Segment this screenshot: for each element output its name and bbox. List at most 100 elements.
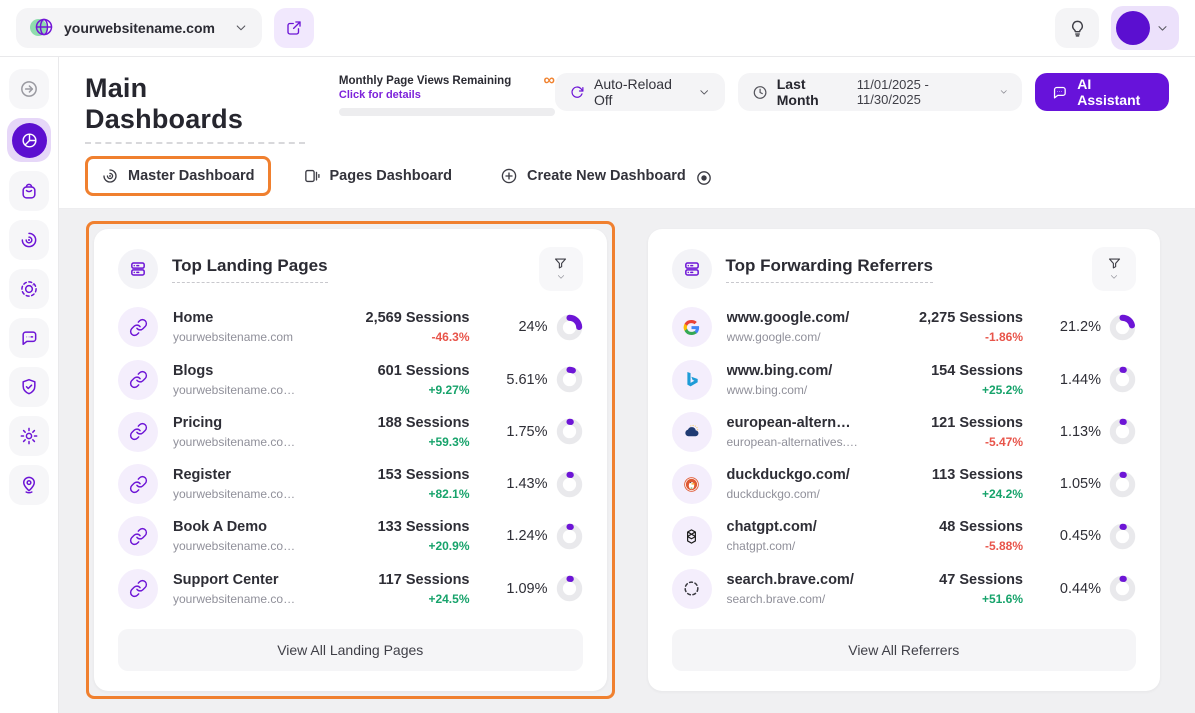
list-item[interactable]: european-alternatives.eu/ european-alter… (672, 412, 1137, 452)
chevron-down-icon (999, 87, 1009, 97)
sessions-value: 117 Sessions (320, 572, 470, 588)
sidebar-item-spiral[interactable] (9, 220, 49, 260)
view-all-landing-pages-button[interactable]: View All Landing Pages (118, 629, 583, 671)
referrer-favicon (672, 307, 712, 347)
change-value: +25.2% (873, 383, 1023, 397)
donut-chart (556, 575, 583, 602)
auto-reload-dropdown[interactable]: Auto-Reload Off (555, 73, 725, 111)
list-item[interactable]: Support Center yourwebsitename.com/suppo… (118, 569, 583, 609)
chevron-down-icon (556, 272, 566, 282)
ai-assistant-button[interactable]: AI Assistant (1035, 73, 1169, 111)
shield-check-icon (19, 377, 39, 397)
website-selector[interactable]: yourwebsitename.com (16, 8, 262, 48)
share-percent: 1.24% (506, 528, 547, 544)
arrow-right-circle-icon (19, 79, 39, 99)
list-item[interactable]: Blogs yourwebsitename.com/blogs 601 Sess… (118, 360, 583, 400)
share-percent: 24% (518, 319, 547, 335)
referrer-favicon (672, 569, 712, 609)
card-title: Top Forwarding Referrers (726, 256, 934, 283)
filter-button[interactable] (1092, 247, 1136, 291)
sidebar-item-lens[interactable] (9, 269, 49, 309)
change-value: +59.3% (320, 435, 470, 449)
chat-bubble-icon (1051, 84, 1068, 101)
chevron-down-icon (698, 86, 710, 99)
share-percent: 0.44% (1060, 581, 1101, 597)
list-item[interactable]: chatgpt.com/ chatgpt.com/ 48 Sessions -5… (672, 516, 1137, 556)
top-forwarding-referrers-frame: Top Forwarding Referrers www.go (640, 221, 1169, 699)
view-all-referrers-button[interactable]: View All Referrers (672, 629, 1137, 671)
quota-progress-bar (339, 108, 555, 116)
sessions-value: 2,569 Sessions (320, 310, 470, 326)
list-item[interactable]: Pricing yourwebsitename.com/pricing 188 … (118, 412, 583, 452)
sidebar-collapse-button[interactable] (9, 69, 49, 109)
share-percent: 1.43% (506, 476, 547, 492)
list-item[interactable]: search.brave.com/ search.brave.com/ 47 S… (672, 569, 1137, 609)
change-value: +82.1% (320, 487, 470, 501)
link-icon (118, 464, 158, 504)
list-item[interactable]: Book A Demo yourwebsitename.com/demo 133… (118, 516, 583, 556)
sidebar-item-bag[interactable] (9, 171, 49, 211)
row-title: Register (173, 467, 305, 483)
share-percent: 1.44% (1060, 372, 1101, 388)
sessions-value: 48 Sessions (873, 519, 1023, 535)
link-icon (118, 360, 158, 400)
landing-pages-list: Home yourwebsitename.com 2,569 Sessions … (118, 291, 583, 621)
pie-chart-icon (12, 123, 47, 158)
globe-icon (30, 17, 54, 39)
external-link-icon (285, 19, 303, 37)
spiral-icon (101, 167, 119, 185)
referrer-favicon (672, 360, 712, 400)
dashed-lens-icon (19, 279, 39, 299)
list-item[interactable]: duckduckgo.com/ duckduckgo.com/ 113 Sess… (672, 464, 1137, 504)
row-title: european-alternatives.eu/ (727, 415, 859, 431)
row-title: search.brave.com/ (727, 572, 859, 588)
chevron-down-icon (1156, 22, 1169, 35)
filter-button[interactable] (539, 247, 583, 291)
topbar: yourwebsitename.com (0, 0, 1195, 57)
date-range-picker[interactable]: Last Month 11/01/2025 - 11/30/2025 (738, 73, 1023, 111)
plus-circle-icon (500, 167, 518, 185)
sidebar-item-shield[interactable] (9, 367, 49, 407)
date-range-value: 11/01/2025 - 11/30/2025 (857, 77, 990, 107)
lightbulb-icon (1068, 19, 1087, 38)
share-percent: 1.09% (506, 581, 547, 597)
donut-chart (1109, 418, 1136, 445)
stack-icon (118, 249, 158, 289)
main-header: Main Dashboards Monthly Page Views Remai… (59, 57, 1195, 209)
tab-master-dashboard[interactable]: Master Dashboard (85, 156, 271, 196)
sidebar-item-location[interactable] (9, 465, 49, 505)
map-pin-icon (19, 475, 39, 495)
tips-button[interactable] (1055, 8, 1099, 48)
list-item[interactable]: Register yourwebsitename.com/register 15… (118, 464, 583, 504)
open-website-button[interactable] (274, 8, 314, 48)
donut-chart (556, 523, 583, 550)
sessions-value: 154 Sessions (873, 363, 1023, 379)
avatar (1116, 11, 1150, 45)
donut-chart (1109, 314, 1136, 341)
change-value: +20.9% (320, 539, 470, 553)
sidebar-item-dashboards[interactable] (7, 118, 51, 162)
gear-icon (19, 426, 39, 446)
change-value: +24.2% (873, 487, 1023, 501)
donut-chart (1109, 366, 1136, 393)
donut-chart (556, 418, 583, 445)
tab-pages-dashboard[interactable]: Pages Dashboard (287, 156, 469, 196)
row-subtitle: yourwebsitename.com (173, 330, 305, 344)
list-item[interactable]: Home yourwebsitename.com 2,569 Sessions … (118, 307, 583, 347)
list-item[interactable]: www.google.com/ www.google.com/ 2,275 Se… (672, 307, 1137, 347)
sidebar-item-chat[interactable] (9, 318, 49, 358)
quota-details-link[interactable]: Click for details (339, 89, 555, 101)
row-subtitle: yourwebsitename.com/support (173, 592, 305, 606)
row-subtitle: duckduckgo.com/ (727, 487, 859, 501)
link-icon (118, 412, 158, 452)
change-value: -5.47% (873, 435, 1023, 449)
tab-create-new-dashboard[interactable]: Create New Dashboard (484, 156, 725, 196)
change-value: -5.88% (873, 539, 1023, 553)
list-item[interactable]: www.bing.com/ www.bing.com/ 154 Sessions… (672, 360, 1137, 400)
sessions-value: 153 Sessions (320, 467, 470, 483)
referrers-list: www.google.com/ www.google.com/ 2,275 Se… (672, 291, 1137, 621)
sidebar-item-settings[interactable] (9, 416, 49, 456)
account-menu[interactable] (1111, 6, 1179, 50)
link-icon (118, 516, 158, 556)
row-subtitle: search.brave.com/ (727, 592, 859, 606)
